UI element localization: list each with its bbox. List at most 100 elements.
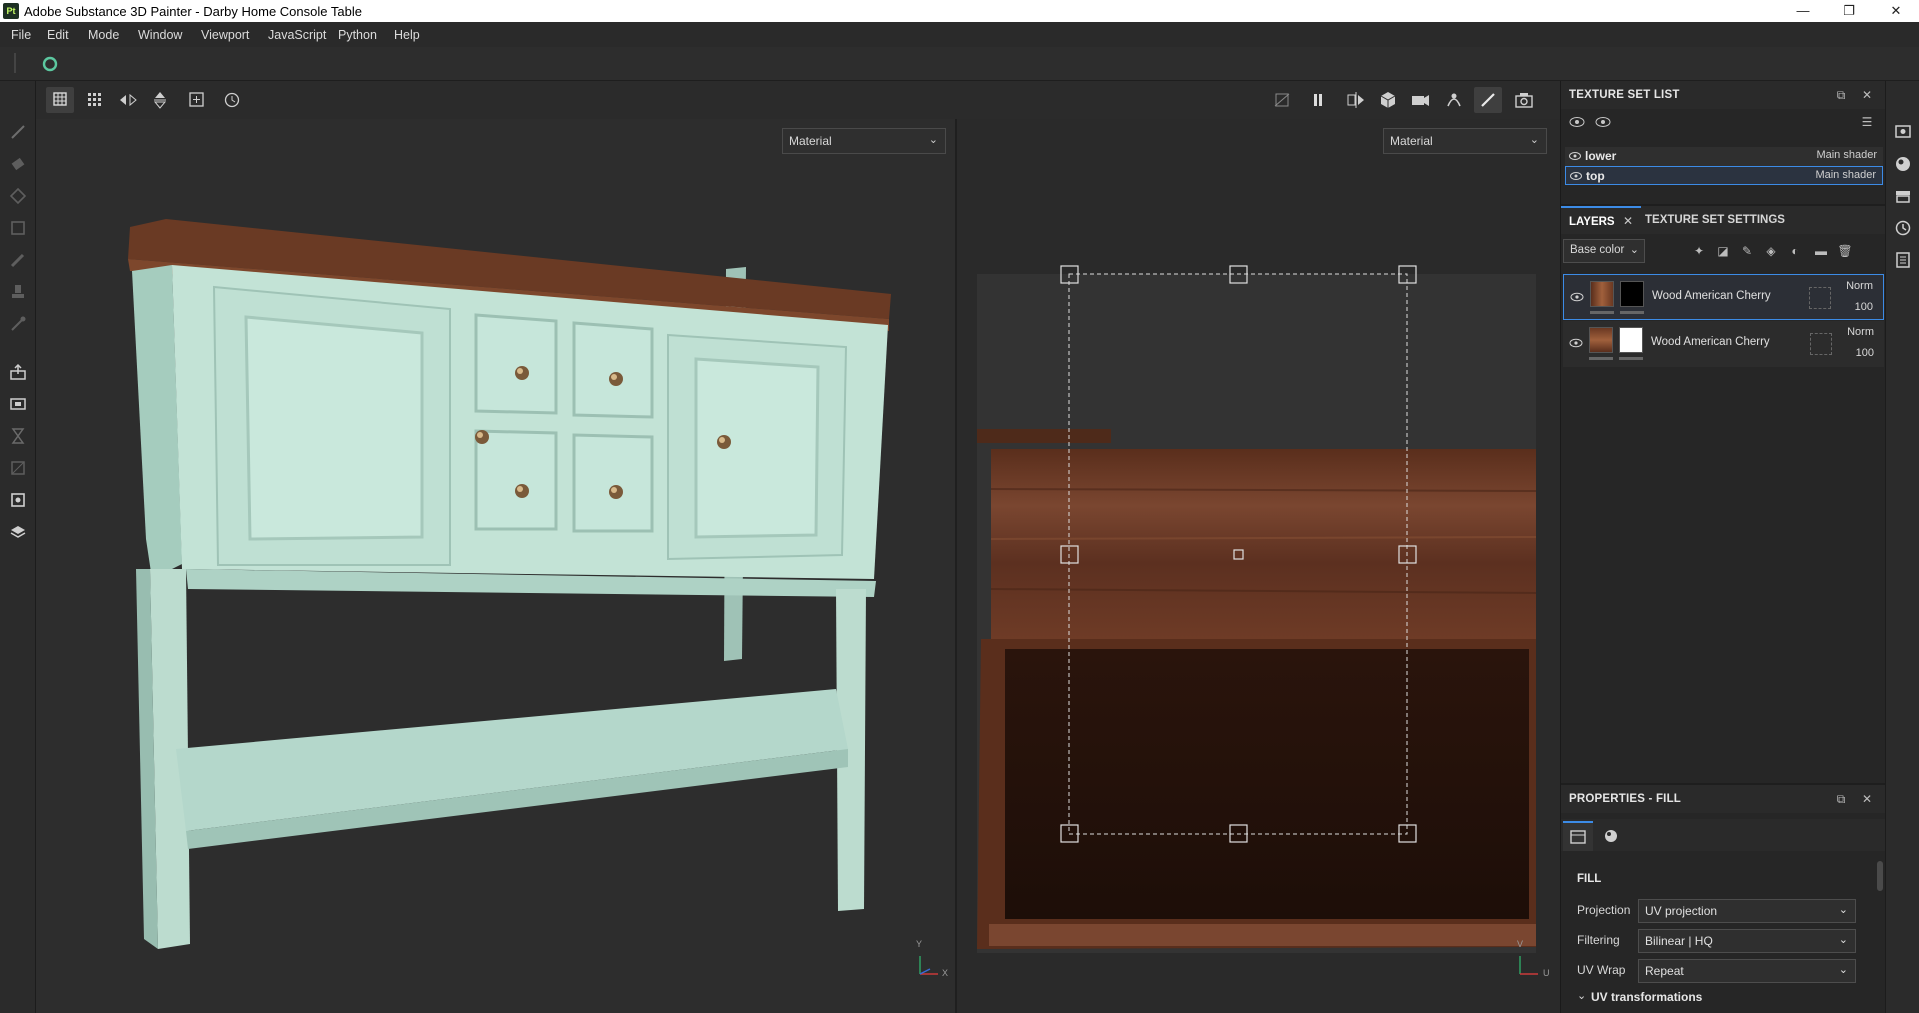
assets-icon[interactable] [1894,187,1912,205]
color-picker-icon[interactable] [9,315,27,333]
delete-layer-icon[interactable]: 🗑 [1835,241,1855,261]
add-fill-layer-icon[interactable]: ◈ [1761,241,1781,261]
menu-viewport[interactable]: Viewport [201,28,249,42]
layer-opacity[interactable]: 100 [1856,347,1874,359]
menu-file[interactable]: File [11,28,31,42]
layer-visibility-eye-icon[interactable] [1570,291,1584,303]
menu-mode[interactable]: Mode [88,28,119,42]
restore-icon[interactable]: ❐ [1826,0,1872,22]
fill-properties-tab-icon[interactable] [1563,821,1593,851]
clone-stamp-icon[interactable] [9,283,27,301]
tab-texture-set-settings[interactable]: TEXTURE SET SETTINGS [1641,206,1816,234]
add-effect-icon[interactable]: ✦ [1689,241,1709,261]
layer-mask-thumbnail[interactable] [1619,327,1643,353]
layer-mask-thumbnail[interactable] [1620,281,1644,307]
layer-material-thumbnail[interactable] [1590,281,1614,307]
channel-select[interactable]: Base color ⌄ [1563,239,1645,263]
history-icon[interactable] [218,87,246,113]
texture-set-item[interactable]: top Main shader [1565,166,1883,185]
axis-y-label: Y [916,939,923,949]
texture-set-toolbar: ☰ [1561,109,1886,135]
close-tab-icon[interactable]: ✕ [1623,214,1633,228]
menu-javascript[interactable]: JavaScript [268,28,326,42]
log-icon[interactable] [1894,251,1912,269]
menu-python[interactable]: Python [338,28,377,42]
close-panel-icon[interactable]: ✕ [1857,85,1877,105]
layer-opacity[interactable]: 100 [1855,301,1873,313]
window-title: Adobe Substance 3D Painter - Darby Home … [24,4,362,19]
sync-status-icon[interactable] [42,56,58,72]
pause-icon[interactable] [1304,87,1332,113]
camera-icon[interactable] [1406,87,1434,113]
uv-wrap-select[interactable]: Repeat ⌄ [1638,959,1856,983]
add-smart-material-icon[interactable]: ◐ [1785,241,1805,261]
left-tool-strip [0,81,36,1013]
undock-icon[interactable]: ⧉ [1831,789,1851,809]
add-mask-icon[interactable]: ◪ [1713,241,1733,261]
visibility-eye-icon[interactable] [1569,150,1581,162]
hourglass-icon[interactable] [9,427,27,445]
menu-help[interactable]: Help [394,28,420,42]
panel-menu-icon[interactable]: ☰ [1857,112,1877,132]
add-folder-icon[interactable]: ▬ [1811,241,1831,261]
cube-view-icon[interactable] [1374,87,1402,113]
layer-visibility-eye-icon[interactable] [1569,337,1583,349]
solo-eye-icon[interactable] [1593,112,1613,132]
mirror-horizontal-icon[interactable] [114,87,142,113]
projection-label: Projection [1577,903,1631,917]
close-panel-icon[interactable]: ✕ [1857,789,1877,809]
eye-toggle-icon[interactable] [1567,112,1587,132]
close-icon[interactable]: ✕ [1873,0,1919,22]
chevron-down-icon: ⌄ [1629,244,1639,256]
smudge-icon[interactable] [9,251,27,269]
chevron-down-icon: ⌄ [1838,934,1848,946]
lighting-icon[interactable] [1440,87,1468,113]
paint-brush-icon[interactable] [9,123,27,141]
paint-mode-icon[interactable] [1474,87,1502,113]
uv-transformations-section[interactable]: ⌄ UV transformations [1577,989,1867,1007]
uv-texture-view [977,265,1538,975]
minimize-icon[interactable]: — [1780,0,1826,22]
viewport-2d-uv[interactable]: Material ⌄ V U [957,119,1560,1013]
uv-tool-icon[interactable] [9,459,27,477]
tab-layers[interactable]: LAYERS ✕ [1561,206,1641,234]
texture-set-shader[interactable]: Main shader [1815,169,1876,181]
mirror-vertical-icon[interactable] [146,87,174,113]
visibility-eye-icon[interactable] [1570,170,1582,182]
projection-select[interactable]: UV projection ⌄ [1638,899,1856,923]
screenshot-icon[interactable] [1510,87,1538,113]
grid-layout-icon[interactable] [80,87,108,113]
shader-settings-icon[interactable] [1894,155,1912,173]
history-icon[interactable] [1894,219,1912,237]
display-settings-icon[interactable] [9,491,27,509]
eraser-icon[interactable] [9,155,27,173]
texture-set-shader[interactable]: Main shader [1816,149,1877,161]
export-icon[interactable] [9,363,27,381]
layer-row[interactable]: Wood American Cherry Norm 100 [1563,321,1884,367]
geometry-mask-icon[interactable] [9,219,27,237]
menu-window[interactable]: Window [138,28,182,42]
symmetry-icon[interactable] [1342,87,1370,113]
add-paint-layer-icon[interactable]: ✎ [1737,241,1757,261]
layer-effect-slot[interactable] [1810,333,1832,355]
layer-blend-mode[interactable]: Norm [1846,280,1873,292]
layer-material-thumbnail[interactable] [1589,327,1613,353]
layer-effect-slot[interactable] [1809,287,1831,309]
view-mode-3d-2d-icon[interactable] [46,87,74,113]
layer-name: Wood American Cherry [1652,290,1771,302]
hide-overlay-icon[interactable] [1268,87,1296,113]
layer-row[interactable]: Wood American Cherry Norm 100 [1563,274,1884,320]
material-tab-icon[interactable] [1597,823,1625,851]
texture-set-item[interactable]: lower Main shader [1565,147,1883,166]
viewport-3d[interactable]: Material ⌄ Y X [36,119,955,1013]
display-settings-icon[interactable] [1894,123,1912,141]
menu-edit[interactable]: Edit [47,28,69,42]
layer-blend-mode[interactable]: Norm [1847,326,1874,338]
shelf-icon[interactable] [9,523,27,541]
bake-icon[interactable] [9,395,27,413]
projection-icon[interactable] [9,187,27,205]
filtering-select[interactable]: Bilinear | HQ ⌄ [1638,929,1856,953]
undock-icon[interactable]: ⧉ [1831,85,1851,105]
add-frame-icon[interactable] [182,87,210,113]
properties-scrollbar[interactable] [1877,861,1883,891]
